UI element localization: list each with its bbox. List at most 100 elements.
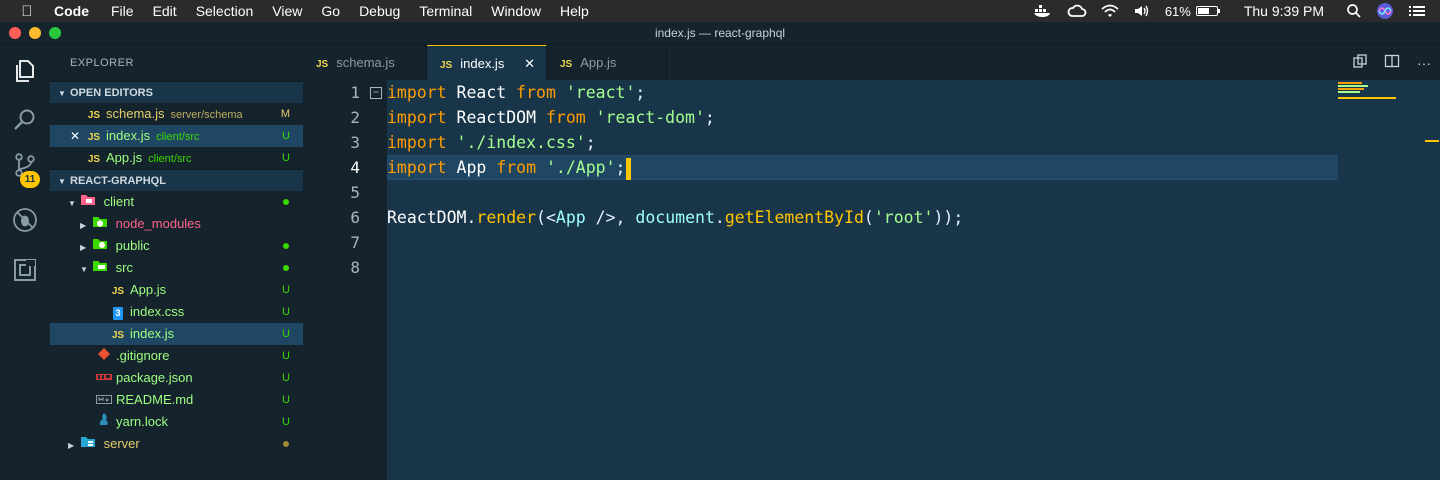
battery-status[interactable]: 61% [1164,3,1220,19]
string: 'root' [873,208,934,227]
folder-server[interactable]: ▶ server [50,433,303,455]
git-status-badge: U [282,416,290,428]
wifi-icon[interactable] [1101,4,1119,18]
line-number: 4 [350,158,360,177]
open-editors-header[interactable]: ▼ OPEN EDITORS [50,81,303,103]
folder-client[interactable]: ▼ client [50,191,303,213]
git-status-badge: U [282,350,290,362]
js-file-icon: JS [440,60,453,71]
git-status-badge: U [282,130,290,142]
siri-icon[interactable] [1376,2,1394,20]
creative-cloud-icon[interactable] [1067,4,1087,18]
zoom-window-button[interactable] [49,27,61,39]
menu-view[interactable]: View [272,3,302,19]
split-editor-icon[interactable] [1376,53,1408,72]
open-editors-label: OPEN EDITORS [70,87,153,99]
css-file-icon: 3 [113,307,123,320]
explorer-files-icon[interactable] [12,58,38,84]
code-editor[interactable]: 1 − 2 3 4 5 6 7 8 import React from 'rea… [303,80,1440,480]
keyword: import [387,108,447,127]
open-changes-icon[interactable] [1344,53,1376,72]
keyword: from [496,158,537,177]
keyword: from [545,108,586,127]
more-actions-icon[interactable]: ··· [1408,55,1440,71]
npm-file-icon [96,369,112,391]
activity-bar: 11 [0,45,50,480]
file-gitignore[interactable]: .gitignore U [50,345,303,367]
line-number: 8 [350,258,360,277]
punctuation: ; [615,158,626,177]
spotlight-search-icon[interactable] [1346,3,1362,19]
code-line-3: import './index.css'; [387,130,596,155]
identifier: ReactDOM [387,208,467,227]
clock[interactable]: Thu 9:39 PM [1244,3,1324,19]
menu-file[interactable]: File [111,3,134,19]
git-status-badge: U [282,372,290,384]
apple-icon[interactable]:  [0,3,54,20]
notification-center-icon[interactable] [1408,4,1426,18]
minimize-window-button[interactable] [29,27,41,39]
string: 'react' [565,83,636,102]
tab-app-js[interactable]: JS App.js [547,45,667,80]
file-readme[interactable]: README.md U [50,389,303,411]
js-file-icon: JS [87,110,101,121]
menu-edit[interactable]: Edit [153,3,177,19]
file-index-js[interactable]: JS index.js U [50,323,303,345]
app-menu[interactable]: Code [54,3,89,19]
debug-icon[interactable] [12,207,38,233]
menu-selection[interactable]: Selection [196,3,254,19]
menu-window[interactable]: Window [491,3,541,19]
open-editor-item[interactable]: JS App.js client/src U [50,147,303,169]
file-name: schema.js [106,106,165,121]
file-name: README.md [116,392,194,407]
battery-percent: 61% [1164,3,1191,19]
tab-label: index.js [460,56,505,71]
menu-debug[interactable]: Debug [359,3,400,19]
volume-icon[interactable] [1133,4,1151,18]
file-package-json[interactable]: package.json U [50,367,303,389]
close-window-button[interactable] [9,27,21,39]
line-number: 2 [350,108,360,127]
minimap-line [1338,97,1396,99]
file-app-js[interactable]: JS App.js U [50,279,303,301]
menu-go[interactable]: Go [321,3,340,19]
extensions-icon[interactable] [12,257,38,283]
folder-public[interactable]: ▶ public [50,235,303,257]
punctuation: ( [536,208,546,227]
open-editor-item[interactable]: JS schema.js server/schema M [50,103,303,125]
node-folder-icon [92,216,108,231]
punctuation: . [466,208,477,227]
server-folder-icon [80,436,96,451]
open-editor-item[interactable]: ✕ JS index.js client/src U [50,125,303,147]
tab-schema-js[interactable]: JS schema.js [303,45,427,80]
punctuation: , [615,208,636,227]
tab-index-js[interactable]: JS index.js ✕ [427,45,547,80]
editor-actions: ··· [1344,45,1440,80]
file-yarn-lock[interactable]: yarn.lock U [50,411,303,433]
fold-collapse-icon[interactable]: − [370,87,382,99]
js-file-icon: JS [111,330,125,341]
minimap-line [1338,85,1368,87]
git-status-dot [283,199,289,205]
code-line-4: import App from './App'; [387,155,632,180]
battery-fill [1197,8,1209,14]
folder-node-modules[interactable]: ▶ node_modules [50,213,303,235]
punctuation: ; [635,83,646,102]
file-path: client/src [148,153,192,165]
search-icon[interactable] [12,107,38,133]
project-header[interactable]: ▼ REACT-GRAPHQL [50,169,303,191]
punctuation: ( [863,208,874,227]
file-name: App.js [106,150,143,165]
git-status-badge: U [282,284,290,296]
code-line-6: ReactDOM.render(<App />, document.getEle… [387,205,963,230]
close-tab-icon[interactable]: ✕ [524,46,535,81]
macos-menu-bar:  Code File Edit Selection View Go Debug… [0,0,1440,22]
chevron-down-icon: ▼ [58,89,66,98]
docker-icon[interactable] [1033,4,1053,18]
close-icon[interactable]: ✕ [70,125,86,147]
menu-help[interactable]: Help [560,3,589,19]
folder-src[interactable]: ▼ src [50,257,303,279]
file-index-css[interactable]: 3 index.css U [50,301,303,323]
menu-terminal[interactable]: Terminal [419,3,472,19]
